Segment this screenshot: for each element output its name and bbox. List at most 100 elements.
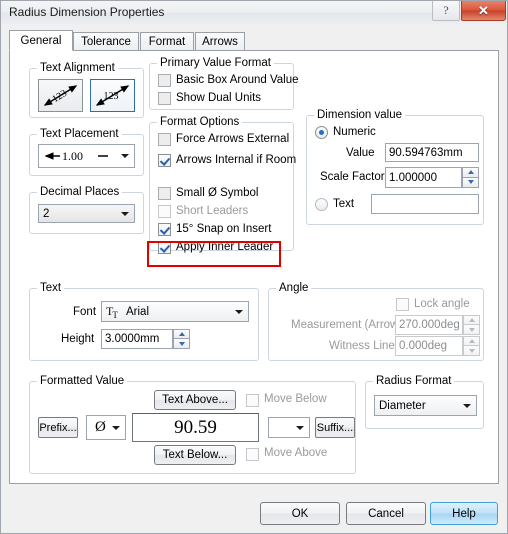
font-value: Arial [126,305,150,318]
primary-value-format-group: Primary Value Format Basic Box Around Va… [149,57,299,110]
symbol-combo[interactable]: Ø [86,415,126,440]
text-placement-group: Text Placement 1.00 [29,128,144,176]
tab-format[interactable]: Format [140,32,194,51]
spinner-down-icon[interactable] [462,177,479,188]
label-lock-angle: Lock angle [414,298,470,310]
text-alignment-legend: Text Alignment [37,62,118,74]
titlebar-help-icon[interactable]: ? [432,1,460,21]
label-font: Font [73,306,97,318]
text-placement-value: 1.00 [62,149,83,163]
witness-line-value: 0.000deg [399,340,447,352]
label-height: Height [61,333,95,345]
height-spinner[interactable] [173,329,190,349]
label-value: Value [346,147,375,159]
checkbox-lock-angle [396,298,409,311]
text-above-button[interactable]: Text Above... [154,390,236,410]
label-text-option: Text [333,198,355,210]
tab-format-label: Format [148,35,186,48]
format-options-legend: Format Options [157,116,243,128]
suffix-button[interactable]: Suffix... [315,417,355,438]
checkbox-arrows-internal-if-room[interactable] [158,154,171,167]
ok-label: OK [291,507,309,520]
text-alignment-aligned-button[interactable]: 123 [38,79,83,112]
window-title: Radius Dimension Properties [9,5,165,19]
formatted-value-legend: Formatted Value [37,375,128,387]
apply-inner-leader-highlight [147,241,281,267]
help-button[interactable]: Help [430,502,498,525]
formatted-value-group: Formatted Value Text Above... Move Below… [29,375,356,474]
chevron-down-icon [235,309,243,314]
tab-arrows-label: Arrows [202,35,238,48]
font-combo[interactable]: TT Arial [101,301,249,322]
label-move-above: Move Above [264,447,328,459]
radius-format-value: Diameter [379,399,426,412]
label-basic-box-around-value: Basic Box Around Value [176,74,299,86]
checkbox-15-snap-on-insert[interactable] [158,223,171,236]
value-input[interactable]: 90.594763mm [385,143,479,162]
text-alignment-horizontal-button[interactable]: 123 [90,79,135,112]
cancel-button[interactable]: Cancel [346,502,426,525]
ok-button[interactable]: OK [260,502,340,525]
witness-line-input: 0.000deg [395,336,463,356]
svg-text:123: 123 [50,88,69,105]
decimal-places-legend: Decimal Places [37,186,123,198]
text-value-input[interactable] [371,194,479,214]
value-input-text: 90.594763mm [389,146,463,159]
dimension-value-group: Dimension value Numeric Value 90.594763m… [306,109,484,225]
text-placement-legend: Text Placement [37,128,122,140]
svg-text:123: 123 [104,91,119,102]
formatted-value-display[interactable]: 90.59 [132,413,259,442]
checkbox-move-above [246,448,259,461]
tab-tolerance-label: Tolerance [81,35,131,48]
radio-numeric[interactable] [315,126,328,139]
spinner-up-icon[interactable] [173,329,190,339]
angle-group: Angle Lock angle Measurement (Arrow) 270… [268,282,484,361]
aligned-text-icon: 123 [43,85,78,106]
tab-tolerance[interactable]: Tolerance [73,32,139,51]
checkbox-show-dual-units[interactable] [158,92,171,105]
font-glyph-icon: TT [106,303,118,320]
radius-format-combo[interactable]: Diameter [374,395,477,416]
close-button[interactable]: ✕ [461,1,506,21]
scale-factor-input[interactable]: 1.000000 [385,167,462,188]
tab-strip: General Tolerance Format Arrows [9,30,499,51]
label-arrows-internal-if-room: Arrows Internal if Room [176,154,297,166]
radius-format-legend: Radius Format [373,375,455,387]
label-witness-line: Witness Line [329,340,395,352]
prefix-button[interactable]: Prefix... [38,417,78,438]
height-value: 3.0000mm [105,333,160,345]
text-above-label: Text Above... [162,394,228,406]
measurement-value: 270.000deg [399,319,460,331]
primary-value-format-legend: Primary Value Format [157,57,274,69]
formatted-value-text: 90.59 [174,416,217,438]
label-force-arrows-external: Force Arrows External [176,133,290,145]
scale-factor-spinner[interactable] [462,167,479,188]
tab-arrows[interactable]: Arrows [195,32,245,51]
spinner-up-icon[interactable] [462,167,479,178]
dialog-window: Radius Dimension Properties ? ✕ General … [0,0,508,534]
diameter-symbol-icon: Ø [95,418,106,435]
checkbox-basic-box-around-value[interactable] [158,74,171,87]
text-below-button[interactable]: Text Below... [154,445,236,465]
help-label: Help [452,507,476,520]
label-small-diameter-symbol: Small Ø Symbol [176,187,259,199]
decimal-places-combo[interactable]: 2 [38,204,135,223]
angle-group-legend: Angle [276,282,312,294]
general-tab-panel: Text Alignment 123 123 Text Placement 1.… [9,50,499,484]
text-placement-combo[interactable]: 1.00 [38,144,135,168]
decimal-places-value: 2 [43,207,50,220]
checkbox-small-diameter-symbol[interactable] [158,187,171,200]
suffix-select[interactable] [268,417,310,438]
cancel-label: Cancel [368,507,404,520]
measurement-input: 270.000deg [395,315,463,335]
spinner-up-icon [463,315,480,325]
chevron-down-icon [296,425,304,430]
spinner-down-icon[interactable] [173,339,190,349]
tab-general[interactable]: General [9,30,73,51]
radio-text[interactable] [315,198,328,211]
height-input[interactable]: 3.0000mm [101,329,173,349]
radius-format-group: Radius Format Diameter [365,375,484,429]
label-show-dual-units: Show Dual Units [176,92,262,104]
checkbox-short-leaders [158,205,171,218]
checkbox-force-arrows-external[interactable] [158,133,171,146]
